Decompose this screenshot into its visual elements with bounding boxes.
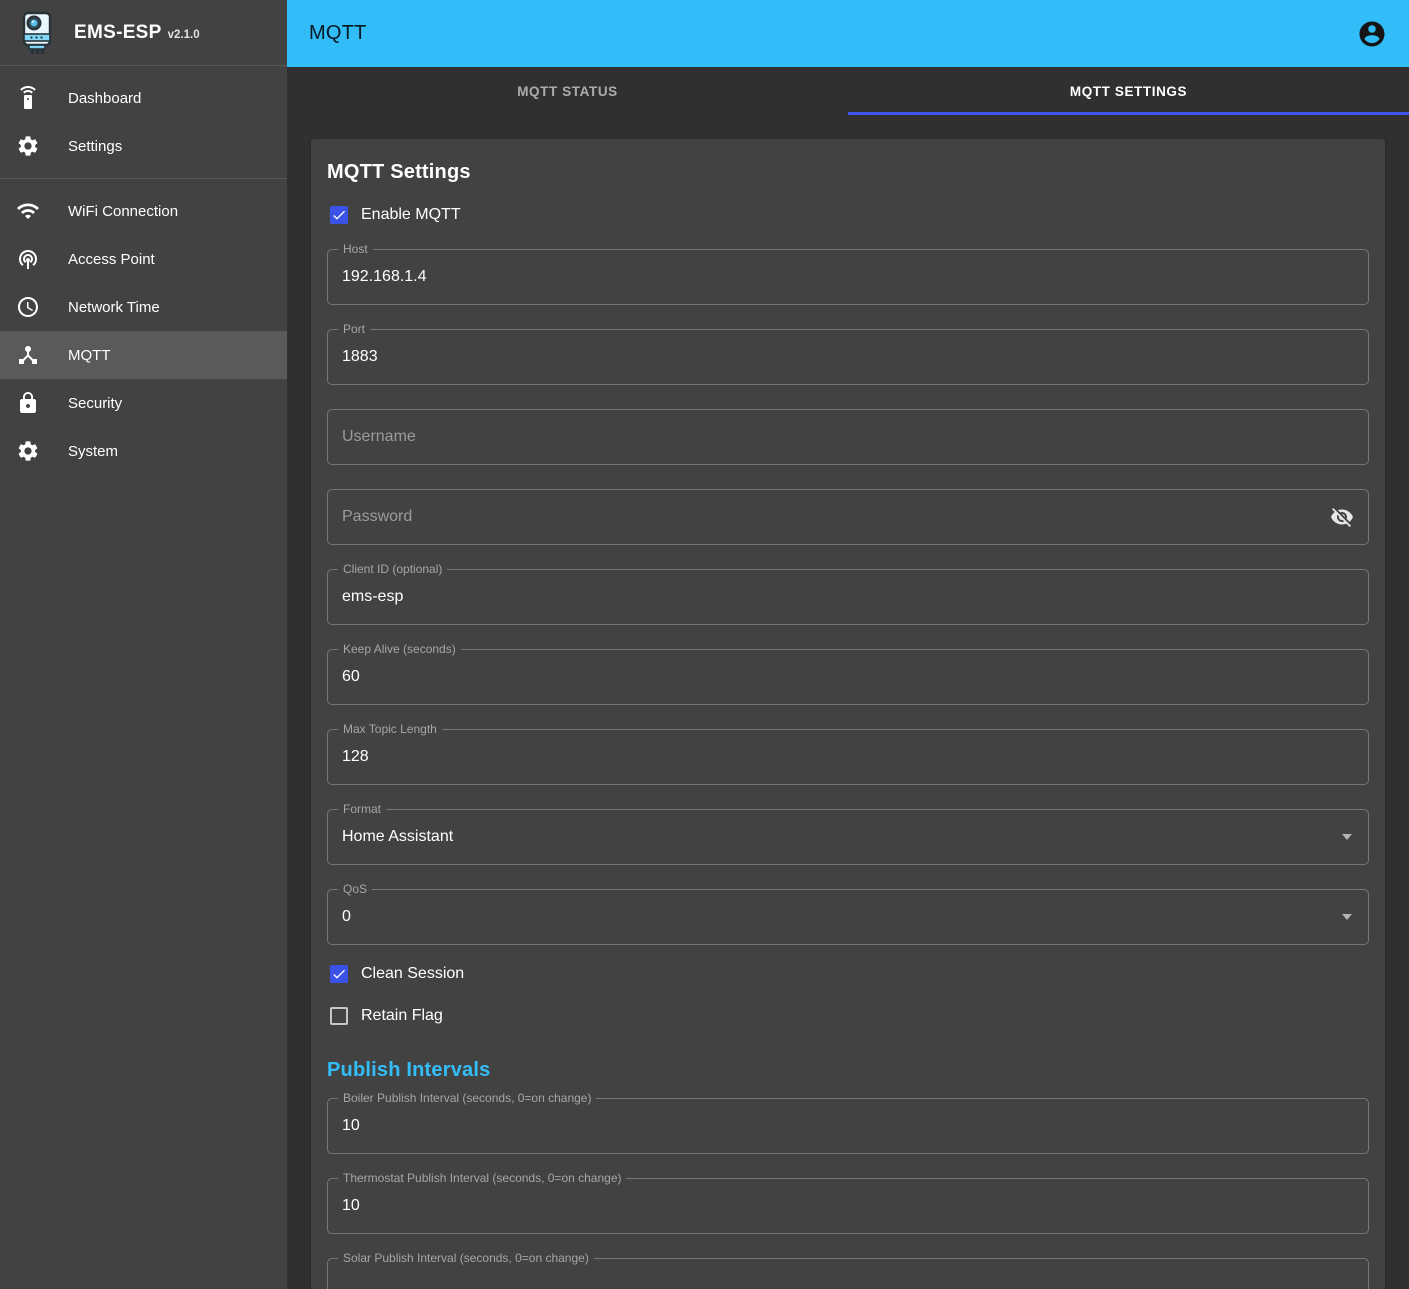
- sidebar-item-label: WiFi Connection: [68, 203, 178, 220]
- keep-alive-field-label: Keep Alive (seconds): [338, 642, 461, 656]
- mqtt-settings-card: MQTT Settings Enable MQTT Host 192.168.1…: [311, 139, 1385, 1289]
- sidebar-item-settings[interactable]: Settings: [0, 122, 287, 170]
- sidebar-item-label: Security: [68, 395, 122, 412]
- account-circle-icon[interactable]: [1357, 19, 1387, 49]
- password-field[interactable]: Password: [327, 489, 1369, 545]
- port-field[interactable]: Port 1883: [327, 329, 1369, 385]
- username-field[interactable]: Username: [327, 409, 1369, 465]
- max-topic-length-field-label: Max Topic Length: [338, 722, 442, 736]
- sidebar-item-system[interactable]: System: [0, 427, 287, 475]
- username-field-placeholder: Username: [342, 428, 1354, 446]
- sidebar-item-access-point[interactable]: Access Point: [0, 235, 287, 283]
- card-heading: MQTT Settings: [327, 155, 1369, 184]
- host-field[interactable]: Host 192.168.1.4: [327, 249, 1369, 305]
- clock-icon: [16, 295, 40, 319]
- checkbox-checked-icon[interactable]: [330, 965, 348, 983]
- content: MQTT Settings Enable MQTT Host 192.168.1…: [287, 115, 1409, 1289]
- sidebar-item-network-time[interactable]: Network Time: [0, 283, 287, 331]
- thermostat-publish-interval-label: Thermostat Publish Interval (seconds, 0=…: [338, 1171, 626, 1185]
- publish-intervals-heading: Publish Intervals: [327, 1059, 1369, 1082]
- sidebar-item-label: MQTT: [68, 347, 111, 364]
- client-id-field[interactable]: Client ID (optional) ems-esp: [327, 569, 1369, 625]
- tab-indicator: [848, 112, 1409, 115]
- retain-flag-label: Retain Flag: [361, 1007, 443, 1025]
- wifi-tethering-icon: [16, 247, 40, 271]
- keep-alive-field[interactable]: Keep Alive (seconds) 60: [327, 649, 1369, 705]
- solar-publish-interval-label: Solar Publish Interval (seconds, 0=on ch…: [338, 1251, 594, 1265]
- clean-session-label: Clean Session: [361, 965, 464, 983]
- enable-mqtt-checkbox-row[interactable]: Enable MQTT: [327, 194, 1369, 236]
- qos-select[interactable]: QoS 0: [327, 889, 1369, 945]
- ems-esp-logo-icon: [16, 10, 58, 56]
- gear-icon: [16, 134, 40, 158]
- format-select-label: Format: [338, 802, 386, 816]
- sidebar-item-wifi-connection[interactable]: WiFi Connection: [0, 187, 287, 235]
- wifi-icon: [16, 199, 40, 223]
- appbar: MQTT: [287, 0, 1409, 67]
- lock-icon: [16, 391, 40, 415]
- sidebar-item-security[interactable]: Security: [0, 379, 287, 427]
- qos-select-value: 0: [342, 908, 1342, 926]
- sidebar-header: EMS-ESP v2.1.0: [0, 0, 287, 66]
- sidebar-item-mqtt[interactable]: MQTT: [0, 331, 287, 379]
- chevron-down-icon[interactable]: [1342, 914, 1352, 920]
- device-hub-icon: [16, 343, 40, 367]
- sidebar-item-label: Settings: [68, 138, 122, 155]
- app-title: EMS-ESP: [74, 22, 162, 44]
- gear-icon: [16, 439, 40, 463]
- sidebar-item-label: Access Point: [68, 251, 155, 268]
- chevron-down-icon[interactable]: [1342, 834, 1352, 840]
- port-field-value: 1883: [342, 348, 1354, 366]
- sidebar-item-label: Dashboard: [68, 90, 141, 107]
- thermostat-publish-interval-field[interactable]: Thermostat Publish Interval (seconds, 0=…: [327, 1178, 1369, 1234]
- clean-session-checkbox-row[interactable]: Clean Session: [327, 953, 1369, 995]
- checkbox-unchecked-icon[interactable]: [330, 1007, 348, 1025]
- host-field-value: 192.168.1.4: [342, 268, 1354, 286]
- tab-bar: MQTT STATUS MQTT SETTINGS: [287, 67, 1409, 115]
- port-field-label: Port: [338, 322, 370, 336]
- max-topic-length-field-value: 128: [342, 748, 1354, 766]
- host-field-label: Host: [338, 242, 373, 256]
- sidebar-item-label: Network Time: [68, 299, 160, 316]
- qos-select-label: QoS: [338, 882, 372, 896]
- app-root: EMS-ESP v2.1.0 Dashboard Settings: [0, 0, 1409, 1289]
- app-version: v2.1.0: [168, 29, 200, 41]
- format-select-value: Home Assistant: [342, 828, 1342, 846]
- sidebar-divider: [0, 178, 287, 179]
- boiler-publish-interval-field[interactable]: Boiler Publish Interval (seconds, 0=on c…: [327, 1098, 1369, 1154]
- boiler-publish-interval-value: 10: [342, 1117, 1354, 1135]
- sidebar-nav: Dashboard Settings WiFi Connection Acc: [0, 66, 287, 475]
- max-topic-length-field[interactable]: Max Topic Length 128: [327, 729, 1369, 785]
- format-select[interactable]: Format Home Assistant: [327, 809, 1369, 865]
- thermostat-publish-interval-value: 10: [342, 1197, 1354, 1215]
- sidebar: EMS-ESP v2.1.0 Dashboard Settings: [0, 0, 287, 1289]
- solar-publish-interval-field[interactable]: Solar Publish Interval (seconds, 0=on ch…: [327, 1258, 1369, 1289]
- remote-icon: [16, 86, 40, 110]
- keep-alive-field-value: 60: [342, 668, 1354, 686]
- client-id-field-label: Client ID (optional): [338, 562, 447, 576]
- checkbox-checked-icon[interactable]: [330, 206, 348, 224]
- sidebar-item-label: System: [68, 443, 118, 460]
- tab-mqtt-status[interactable]: MQTT STATUS: [287, 67, 848, 115]
- password-field-placeholder: Password: [342, 508, 1330, 526]
- enable-mqtt-label: Enable MQTT: [361, 206, 461, 224]
- sidebar-item-dashboard[interactable]: Dashboard: [0, 74, 287, 122]
- boiler-publish-interval-label: Boiler Publish Interval (seconds, 0=on c…: [338, 1091, 596, 1105]
- visibility-off-icon[interactable]: [1330, 505, 1354, 529]
- retain-flag-checkbox-row[interactable]: Retain Flag: [327, 995, 1369, 1037]
- tab-mqtt-settings[interactable]: MQTT SETTINGS: [848, 67, 1409, 115]
- page-title: MQTT: [309, 22, 366, 45]
- client-id-field-value: ems-esp: [342, 588, 1354, 606]
- main-area: MQTT MQTT STATUS MQTT SETTINGS MQTT Sett…: [287, 0, 1409, 1289]
